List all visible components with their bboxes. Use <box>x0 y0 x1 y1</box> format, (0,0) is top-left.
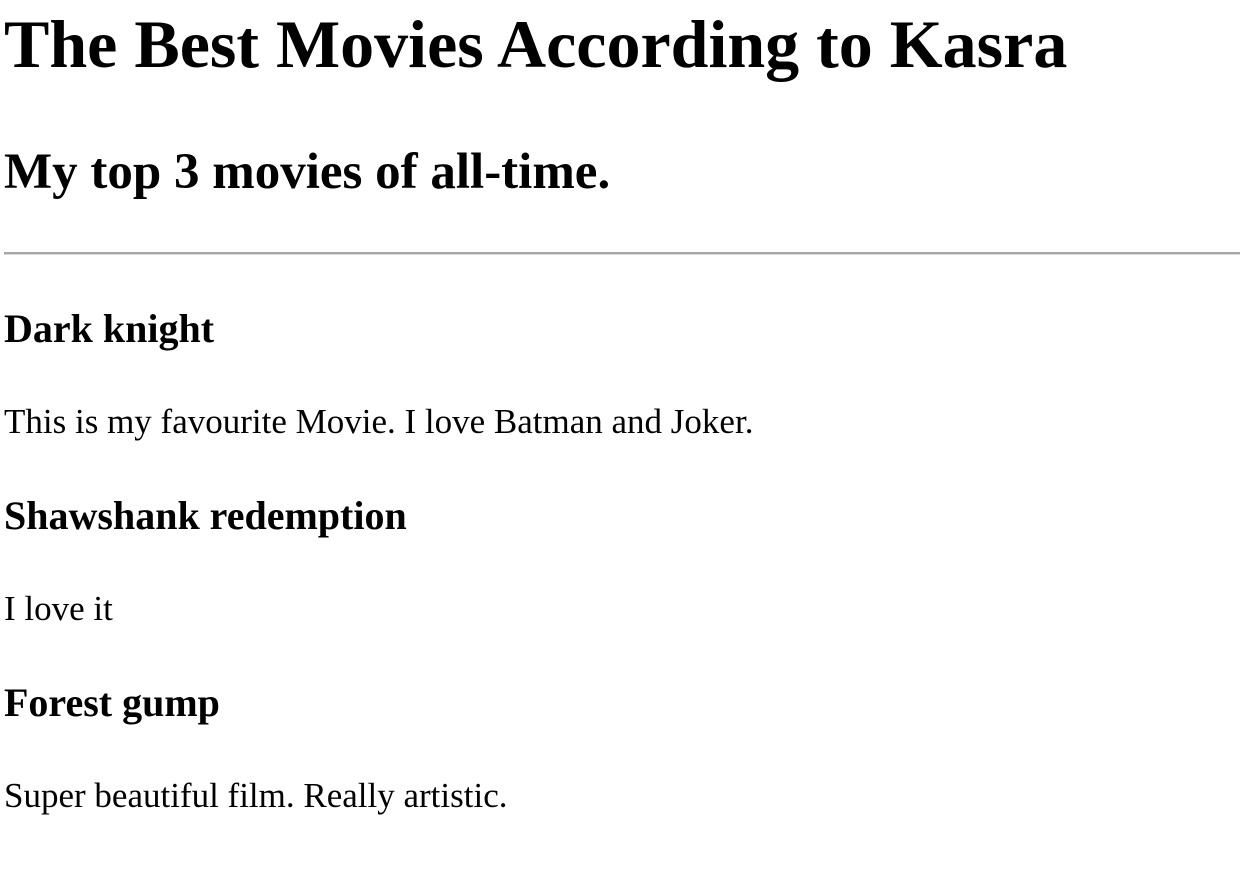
page-subtitle: My top 3 movies of all-time. <box>4 144 611 200</box>
movie-title: Dark knight <box>4 306 215 351</box>
movie-title: Shawshank redemption <box>4 493 407 538</box>
page-content: The Best Movies According to Kasra My to… <box>0 0 1240 890</box>
movie-description: This is my favourite Movie. I love Batma… <box>4 402 754 441</box>
movie-description: I love it <box>4 589 113 628</box>
movie-title: Forest gump <box>4 680 220 725</box>
page-title: The Best Movies According to Kasra <box>4 6 1068 82</box>
movie-description: Super beautiful film. Really artistic. <box>4 776 508 815</box>
horizontal-rule <box>4 252 1240 255</box>
